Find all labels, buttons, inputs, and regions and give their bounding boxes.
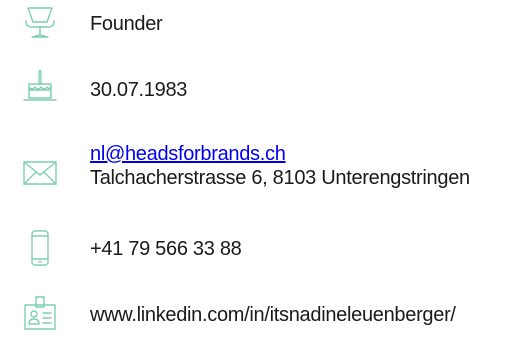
email-link[interactable]: nl@headsforbrands.ch: [90, 142, 470, 166]
linkedin-profile-icon: [20, 293, 60, 333]
birthday-cake-icon: [20, 66, 60, 106]
smartphone-icon: [20, 228, 60, 268]
role-text: Founder: [90, 13, 163, 35]
birthdate-text: 30.07.1983: [90, 79, 188, 101]
contact-block: nl@headsforbrands.ch Talchacherstrasse 6…: [90, 142, 470, 190]
linkedin-link[interactable]: www.linkedin.com/in/itsnadineleuenberger…: [90, 303, 456, 327]
address-text: Talchacherstrasse 6, 8103 Unterengstring…: [90, 167, 470, 189]
envelope-icon: [20, 152, 60, 192]
phone-link[interactable]: +41 79 566 33 88: [90, 237, 242, 261]
chair-icon: [20, 3, 60, 43]
